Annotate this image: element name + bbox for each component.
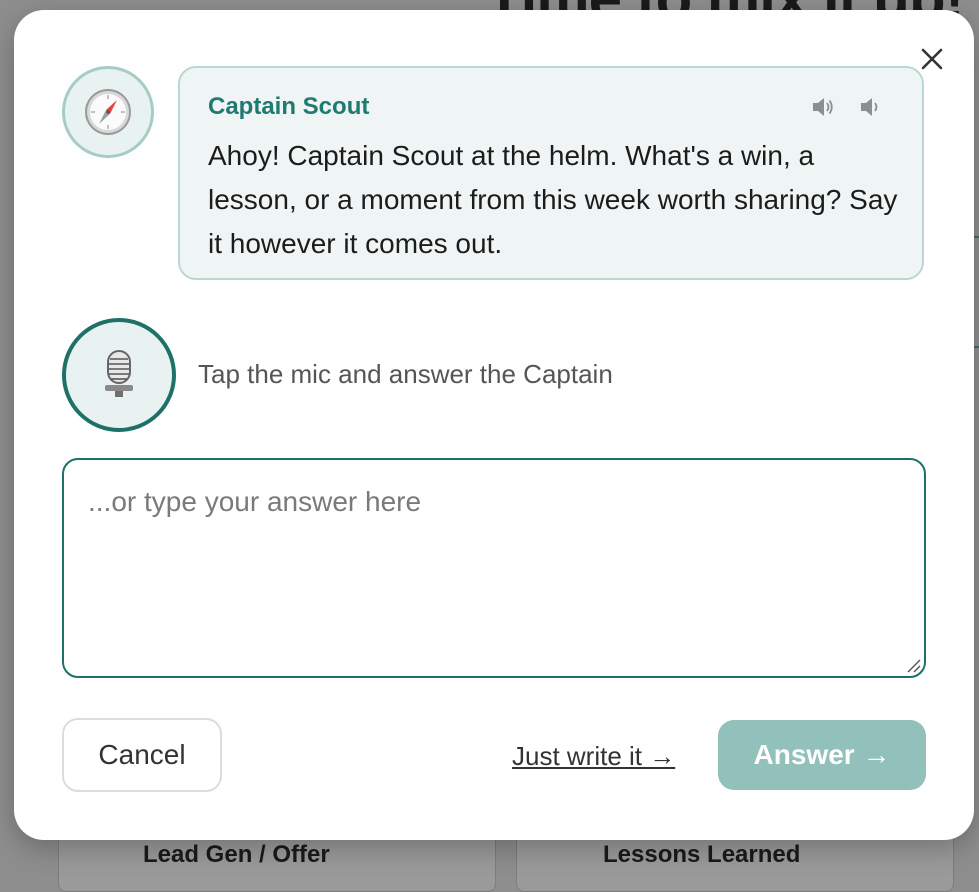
captain-avatar <box>62 66 154 158</box>
resize-grip-icon[interactable] <box>905 657 921 673</box>
mic-button[interactable] <box>62 318 176 432</box>
captain-name: Captain Scout <box>208 93 370 120</box>
speaker-icon[interactable] <box>806 90 840 124</box>
background-card-label: Lead Gen / Offer <box>143 841 330 868</box>
answer-button[interactable]: Answer → <box>718 720 926 790</box>
answer-modal: Captain Scout Ahoy! Captain Scout at the… <box>14 10 974 840</box>
microphone-icon <box>105 350 133 397</box>
speaker-icon[interactable] <box>854 90 888 124</box>
compass-icon <box>85 89 131 135</box>
answer-input[interactable] <box>62 458 926 678</box>
captain-message-bubble: Captain Scout Ahoy! Captain Scout at the… <box>178 66 924 280</box>
close-icon[interactable] <box>917 44 947 74</box>
just-write-it-link[interactable]: Just write it → <box>512 738 675 774</box>
cancel-button[interactable]: Cancel <box>62 718 222 792</box>
mic-hint: Tap the mic and answer the Captain <box>198 359 613 389</box>
background-card-label: Lessons Learned <box>603 841 801 868</box>
captain-message: Ahoy! Captain Scout at the helm. What's … <box>208 140 898 259</box>
